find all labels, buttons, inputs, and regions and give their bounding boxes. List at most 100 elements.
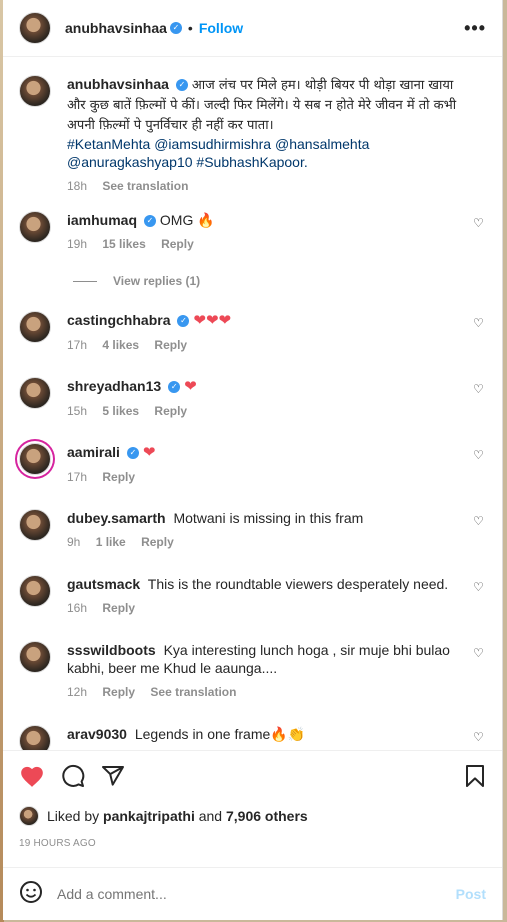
view-replies-label: View replies (1) — [113, 274, 201, 288]
bookmark-icon[interactable] — [464, 764, 486, 788]
comment-text: Motwani is missing in this fram — [173, 510, 364, 526]
like-comment-heart-icon[interactable]: ♡ — [473, 317, 486, 330]
caption-username[interactable]: anubhavsinhaa — [67, 76, 169, 92]
comment-item: shreyadhan13 ✓ ❤ 15h 5 likes Reply ♡ — [19, 377, 486, 418]
share-icon[interactable] — [101, 764, 125, 788]
commenter-username[interactable]: arav9030 — [67, 726, 127, 742]
reply-button[interactable]: Reply — [154, 338, 187, 352]
comment-time: 17h — [67, 338, 88, 352]
like-comment-heart-icon[interactable]: ♡ — [473, 449, 486, 462]
post-button[interactable]: Post — [456, 886, 486, 902]
liker-avatar[interactable] — [19, 806, 39, 826]
liker-username[interactable]: pankajtripathi — [103, 808, 195, 824]
like-comment-heart-icon[interactable]: ♡ — [473, 383, 486, 396]
caption-tag[interactable]: @iamsudhirmishra — [154, 136, 271, 152]
comment-item: arav9030 Legends in one frame🔥👏 ♡ — [19, 725, 486, 750]
commenter-avatar[interactable] — [19, 641, 51, 673]
comment-item: ssswildboots Kya interesting lunch hoga … — [19, 641, 486, 699]
commenter-avatar[interactable] — [19, 509, 51, 541]
comment-text: OMG 🔥 — [159, 212, 215, 228]
comment-item: aamirali ✓ ❤ 17h Reply ♡ — [19, 443, 486, 484]
caption-tag[interactable]: #KetanMehta — [67, 136, 150, 152]
verified-badge-icon: ✓ — [177, 315, 190, 328]
commenter-username[interactable]: shreyadhan13 — [67, 378, 161, 394]
commenter-username[interactable]: dubey.samarth — [67, 510, 166, 526]
comment-text: ❤❤❤ — [193, 312, 232, 329]
like-comment-heart-icon[interactable]: ♡ — [473, 731, 486, 744]
comment-time: 16h — [67, 601, 88, 615]
commenter-username[interactable]: iamhumaq — [67, 212, 137, 228]
comment-input[interactable] — [57, 886, 456, 902]
comment-time: 12h — [67, 685, 88, 699]
more-options-icon[interactable]: ••• — [464, 18, 486, 39]
commenter-avatar[interactable] — [19, 575, 51, 607]
author-avatar[interactable] — [19, 12, 51, 44]
commenter-username[interactable]: ssswildboots — [67, 642, 156, 658]
reply-button[interactable]: Reply — [141, 535, 174, 549]
comment-item: castingchhabra ✓ ❤❤❤ 17h 4 likes Reply ♡ — [19, 311, 486, 352]
like-comment-heart-icon[interactable]: ♡ — [473, 581, 486, 594]
like-comment-heart-icon[interactable]: ♡ — [473, 647, 486, 660]
comment-icon[interactable] — [61, 764, 85, 788]
comment-likes[interactable]: 4 likes — [102, 338, 139, 352]
comment-text: This is the roundtable viewers desperate… — [147, 576, 449, 592]
separator-dot: • — [187, 20, 193, 36]
commenter-avatar[interactable] — [19, 377, 51, 409]
replies-divider — [73, 280, 97, 282]
add-comment-bar: Post — [3, 867, 502, 920]
comment-text: ❤ — [184, 378, 197, 395]
caption: anubhavsinhaa ✓ आज लंच पर मिले हम। थोड़ी … — [19, 75, 486, 193]
liked-by-and: and — [198, 808, 223, 824]
reply-button[interactable]: Reply — [102, 470, 135, 484]
see-translation-link[interactable]: See translation — [150, 685, 236, 699]
post-header: anubhavsinhaa ✓ • Follow ••• — [3, 0, 502, 57]
caption-avatar[interactable] — [19, 75, 51, 107]
commenter-avatar[interactable] — [19, 725, 51, 750]
comment-time: 17h — [67, 470, 88, 484]
caption-tag[interactable]: #SubhashKapoor. — [196, 154, 307, 170]
comment-likes[interactable]: 1 like — [96, 535, 126, 549]
commenter-username[interactable]: gautsmack — [67, 576, 140, 592]
caption-tag[interactable]: @hansalmehta — [275, 136, 369, 152]
post-timestamp[interactable]: 19 HOURS AGO — [19, 838, 96, 849]
comment-time: 19h — [67, 237, 88, 251]
post-actions-bar — [3, 750, 502, 800]
follow-button[interactable]: Follow — [199, 20, 243, 36]
comment-likes[interactable]: 5 likes — [102, 404, 139, 418]
commenter-username[interactable]: aamirali — [67, 444, 120, 460]
commenter-avatar[interactable] — [19, 311, 51, 343]
comment-item: dubey.samarth Motwani is missing in this… — [19, 509, 486, 549]
liked-by-prefix: Liked by — [47, 808, 100, 824]
comment-likes[interactable]: 15 likes — [102, 237, 145, 251]
commenter-avatar[interactable] — [19, 443, 51, 475]
like-comment-heart-icon[interactable]: ♡ — [473, 515, 486, 528]
comment-time: 9h — [67, 535, 81, 549]
see-translation-link[interactable]: See translation — [102, 179, 188, 193]
comments-list[interactable]: anubhavsinhaa ✓ आज लंच पर मिले हम। थोड़ी … — [3, 57, 502, 750]
reply-button[interactable]: Reply — [161, 237, 194, 251]
comment-text: ❤ — [142, 444, 156, 461]
verified-badge-icon: ✓ — [126, 447, 139, 460]
verified-badge-icon: ✓ — [169, 22, 182, 34]
commenter-avatar[interactable] — [19, 211, 51, 243]
comment-item: iamhumaq ✓ OMG 🔥 19h 15 likes Reply ♡ — [19, 211, 486, 251]
comment-time: 15h — [67, 404, 88, 418]
emoji-icon[interactable] — [19, 880, 43, 909]
commenter-username[interactable]: castingchhabra — [67, 312, 170, 328]
comment-item: gautsmack This is the roundtable viewers… — [19, 575, 486, 615]
verified-badge-icon: ✓ — [168, 381, 181, 394]
like-comment-heart-icon[interactable]: ♡ — [473, 217, 486, 230]
caption-time: 18h — [67, 179, 88, 193]
others-likes-link[interactable]: 7,906 others — [226, 808, 308, 824]
verified-badge-icon: ✓ — [175, 79, 188, 92]
reply-button[interactable]: Reply — [102, 601, 135, 615]
author-username[interactable]: anubhavsinhaa — [65, 20, 167, 36]
view-replies-button[interactable]: View replies (1) — [73, 274, 200, 288]
comment-text: Legends in one frame🔥👏 — [134, 726, 306, 742]
reply-button[interactable]: Reply — [102, 685, 135, 699]
verified-badge-icon: ✓ — [144, 215, 157, 228]
post-comments-panel: anubhavsinhaa ✓ • Follow ••• anubhavsinh… — [3, 0, 503, 920]
heart-filled-icon[interactable] — [19, 764, 45, 788]
reply-button[interactable]: Reply — [154, 404, 187, 418]
caption-tag[interactable]: @anuragkashyap10 — [67, 154, 193, 170]
